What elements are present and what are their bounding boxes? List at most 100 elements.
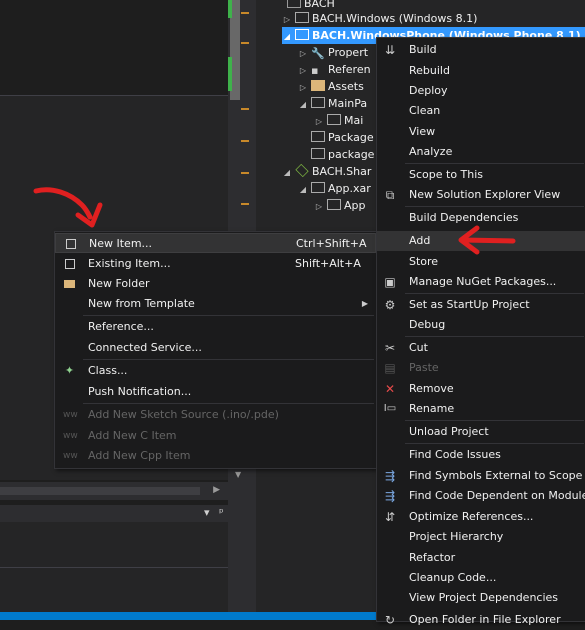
- menu-item-existing-item[interactable]: Existing Item... Shift+Alt+A: [55, 254, 376, 274]
- bookmark-marker: [241, 140, 249, 142]
- menu-item-manage-nuget[interactable]: ▣ Manage NuGet Packages...: [377, 272, 585, 292]
- menu-item-rebuild[interactable]: Rebuild: [377, 61, 585, 81]
- menu-item-view[interactable]: View: [377, 122, 585, 142]
- menu-item-unload-project[interactable]: Unload Project: [377, 422, 585, 442]
- change-marker: [228, 0, 232, 18]
- optimize-icon: ⇵: [384, 510, 396, 524]
- csharp-project-icon: [295, 29, 309, 40]
- bookmark-marker: [241, 108, 249, 110]
- existing-item-icon: [65, 259, 75, 269]
- menu-item-connected-service[interactable]: Connected Service...: [55, 338, 376, 358]
- bookmark-marker: [241, 42, 249, 44]
- menu-item-reference[interactable]: Reference...: [55, 317, 376, 337]
- annotation-arrow-icon: [458, 225, 516, 255]
- menu-item-find-code-dependent[interactable]: ⇶ Find Code Dependent on Module: [377, 486, 585, 506]
- collapse-icon[interactable]: ◢: [282, 164, 292, 181]
- scissors-icon: ✂: [384, 341, 396, 355]
- xaml-file-icon: [311, 97, 325, 108]
- wrench-icon: 🔧: [311, 47, 325, 60]
- sketch-icon: ww: [63, 451, 78, 461]
- annotation-arrow-icon: [33, 187, 103, 228]
- scrollbar-thumb[interactable]: [0, 487, 200, 495]
- code-editor[interactable]: [0, 0, 228, 95]
- menu-item-debug[interactable]: Debug: [377, 315, 585, 335]
- menu-item-scope-to-this[interactable]: Scope to This: [377, 165, 585, 185]
- menu-item-analyze[interactable]: Analyze: [377, 142, 585, 162]
- project-context-menu: ⇊ Build Rebuild Deploy Clean View Analyz…: [376, 37, 585, 627]
- tree-item[interactable]: package: [308, 146, 374, 163]
- menu-separator: [405, 293, 584, 294]
- menu-separator: [83, 403, 374, 404]
- expand-icon[interactable]: ▷: [314, 113, 324, 130]
- bookmark-marker: [241, 12, 249, 14]
- collapse-icon[interactable]: ◢: [282, 28, 292, 45]
- expand-icon[interactable]: ▷: [314, 198, 324, 215]
- scroll-right-icon[interactable]: ▶: [213, 485, 220, 495]
- menu-item-find-code-issues[interactable]: Find Code Issues: [377, 445, 585, 465]
- submenu-arrow-icon: ▶: [361, 299, 368, 308]
- menu-item-add-cpp-item: ww Add New Cpp Item: [63, 449, 191, 462]
- menu-item-view-project-dependencies[interactable]: View Project Dependencies: [377, 588, 585, 608]
- menu-item-clean[interactable]: Clean: [377, 101, 585, 121]
- menu-item-remove[interactable]: ✕ Remove: [377, 379, 585, 399]
- menu-item-project-hierarchy[interactable]: Project Hierarchy: [377, 527, 585, 547]
- menu-item-new-folder[interactable]: New Folder: [55, 274, 376, 294]
- menu-item-open-folder[interactable]: ↻ Open Folder in File Explorer: [377, 610, 585, 630]
- scroll-down-icon[interactable]: ▼: [235, 470, 241, 479]
- tool-window-header: ▾ ᵖ ✕: [0, 505, 250, 522]
- menu-item-build[interactable]: ⇊ Build: [377, 40, 585, 60]
- menu-separator: [405, 163, 584, 164]
- open-folder-icon: ↻: [384, 613, 396, 627]
- menu-item-rename[interactable]: Ⅰ▭ Rename: [377, 399, 585, 419]
- collapse-icon[interactable]: ◢: [298, 181, 308, 198]
- xml-file-icon: [311, 148, 325, 159]
- bookmark-marker: [241, 172, 249, 174]
- build-icon: ⇊: [384, 43, 396, 57]
- tree-item[interactable]: ▷ 🔧 Propert: [298, 44, 368, 61]
- new-item-icon: [66, 239, 76, 249]
- tree-item-project[interactable]: ▷ BACH.Windows (Windows 8.1): [282, 10, 477, 27]
- dropdown-icon[interactable]: ▾: [204, 506, 210, 519]
- tree-item[interactable]: ▷ App: [314, 197, 366, 214]
- tree-item[interactable]: ◢ MainPa: [298, 95, 367, 112]
- remove-icon: ✕: [384, 382, 396, 396]
- menu-item-new-item[interactable]: New Item... Ctrl+Shift+A: [55, 233, 376, 253]
- menu-item-refactor[interactable]: Refactor: [377, 548, 585, 568]
- expand-icon[interactable]: ▷: [298, 62, 308, 79]
- tree-item-project[interactable]: ◢ BACH.Shar: [282, 163, 371, 180]
- tree-item[interactable]: ◢ App.xar: [298, 180, 371, 197]
- expand-icon[interactable]: ▷: [298, 45, 308, 62]
- folder-icon: [64, 280, 75, 288]
- tree-item[interactable]: ▷ ▪ Referen: [298, 61, 371, 78]
- menu-item-deploy[interactable]: Deploy: [377, 81, 585, 101]
- menu-item-class[interactable]: ✦ Class...: [55, 361, 376, 381]
- tree-item[interactable]: ▷ Assets: [298, 78, 364, 95]
- csharp-file-icon: [327, 114, 341, 125]
- new-view-icon: ⧉: [385, 188, 395, 202]
- menu-item-cleanup-code[interactable]: Cleanup Code...: [377, 568, 585, 588]
- menu-item-set-startup[interactable]: ⚙ Set as StartUp Project: [377, 295, 585, 315]
- tree-item[interactable]: Package: [308, 129, 374, 146]
- menu-item-paste: ▤ Paste: [384, 361, 439, 375]
- collapse-icon[interactable]: ◢: [298, 96, 308, 113]
- menu-item-optimize-references[interactable]: ⇵ Optimize References...: [377, 507, 585, 527]
- menu-item-new-solution-explorer-view[interactable]: ⧉ New Solution Explorer View: [377, 185, 585, 205]
- divider: [0, 567, 235, 568]
- horizontal-scrollbar[interactable]: ▶: [0, 482, 228, 500]
- change-marker: [228, 57, 232, 91]
- gear-icon: ⚙: [384, 298, 396, 312]
- menu-separator: [405, 420, 584, 421]
- class-icon: ✦: [64, 364, 75, 377]
- find-dependent-icon: ⇶: [384, 489, 396, 503]
- menu-item-add-sketch-source: ww Add New Sketch Source (.ino/.pde): [63, 408, 279, 421]
- expand-icon[interactable]: ▷: [298, 79, 308, 96]
- menu-item-cut[interactable]: ✂ Cut: [377, 338, 585, 358]
- manifest-icon: [311, 131, 325, 142]
- tree-item[interactable]: ▷ Mai: [314, 112, 363, 129]
- menu-item-find-symbols-external[interactable]: ⇶ Find Symbols External to Scope: [377, 466, 585, 486]
- shared-project-icon: [295, 163, 309, 178]
- pin-icon[interactable]: ᵖ: [219, 506, 224, 519]
- menu-item-push-notification[interactable]: Push Notification...: [55, 382, 376, 402]
- menu-item-new-from-template[interactable]: New from Template ▶: [55, 294, 376, 314]
- expand-icon[interactable]: ▷: [282, 11, 292, 28]
